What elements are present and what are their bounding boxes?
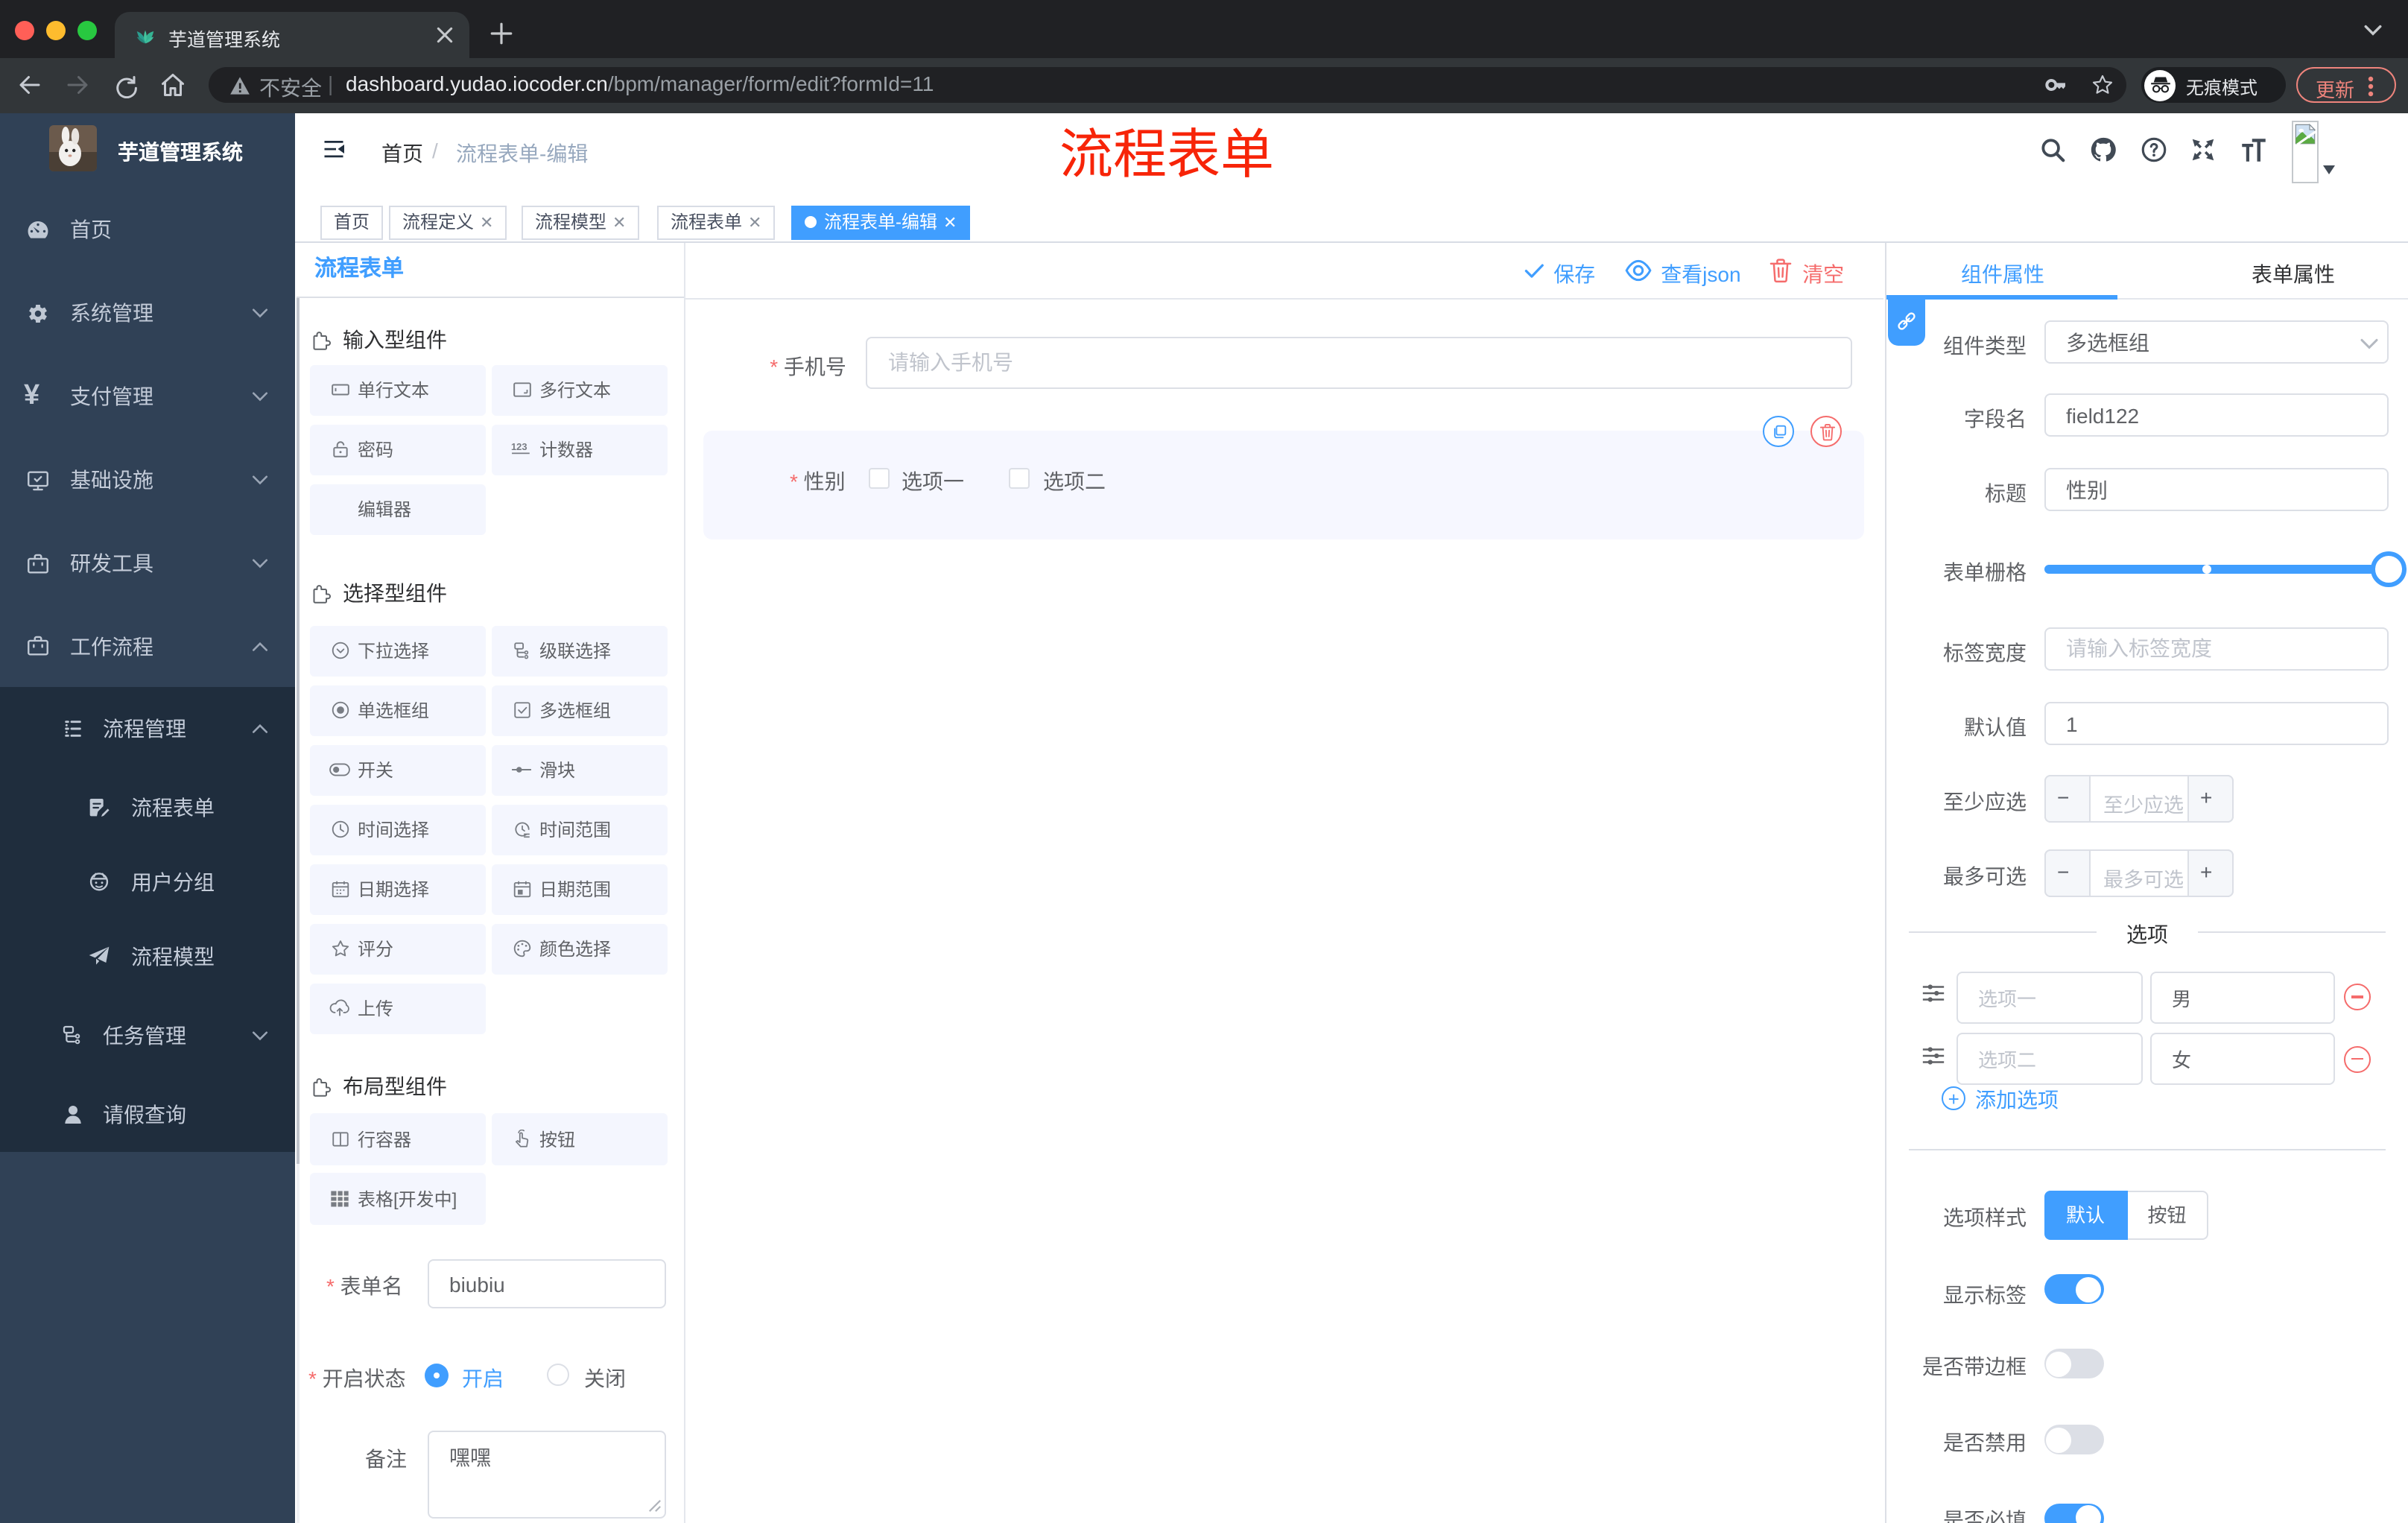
svg-text:123: 123	[511, 442, 527, 453]
